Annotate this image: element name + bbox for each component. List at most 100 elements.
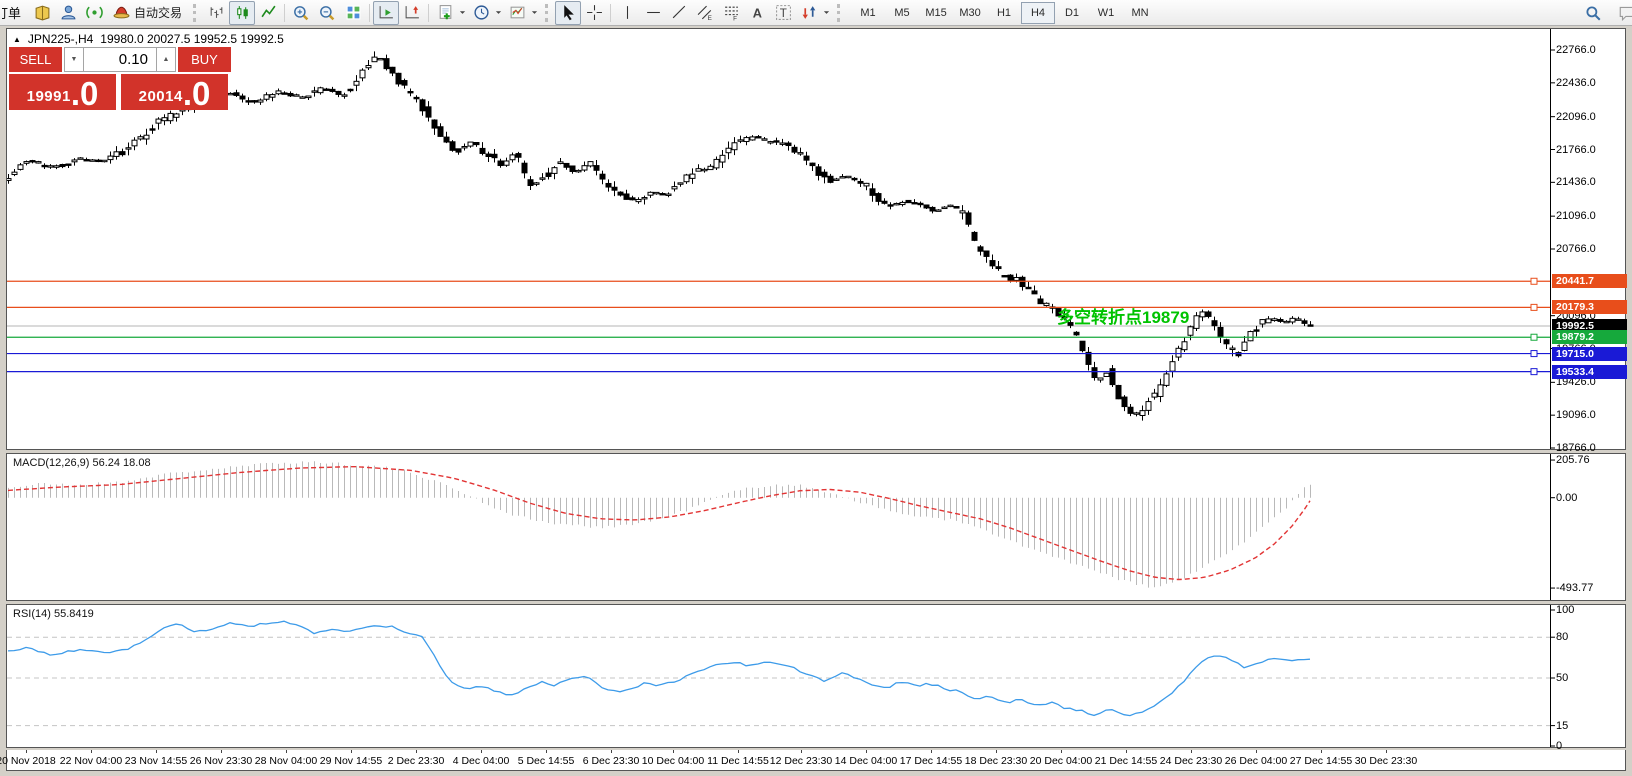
- autotrading-button[interactable]: 自动交易: [107, 2, 188, 24]
- macd-pane[interactable]: 205.76 0.00 -493.77 MACD(12,26,9) 56.24 18…: [6, 453, 1626, 601]
- volume-input[interactable]: 0.10: [84, 47, 156, 72]
- arrows-icon[interactable]: [796, 1, 822, 25]
- time-tick: [91, 750, 92, 753]
- indicators-icon[interactable]: [432, 1, 458, 25]
- bar-chart-icon[interactable]: [203, 1, 229, 25]
- timeframe-w1[interactable]: W1: [1089, 2, 1123, 24]
- rsi-pane[interactable]: 100 80 50 15 0 RSI(14) 55.8419: [6, 604, 1626, 752]
- horizontal-line-icon[interactable]: [640, 1, 666, 25]
- time-tick-label: 26 Dec 04:00: [1224, 755, 1288, 767]
- toolbar-grip: [193, 3, 198, 22]
- toolbar-right: [1580, 1, 1632, 25]
- tile-windows-icon[interactable]: [340, 1, 366, 25]
- periods-dropdown[interactable]: [468, 1, 502, 25]
- toolbar-separator: [428, 3, 430, 22]
- toolbar-grip: [837, 3, 842, 22]
- collapse-icon[interactable]: ▲: [13, 35, 21, 44]
- equidistant-channel-icon[interactable]: E: [692, 1, 718, 25]
- chart-shift-icon[interactable]: [399, 1, 425, 25]
- sell-price-frac: .0: [70, 75, 99, 112]
- timeframe-m1[interactable]: M1: [851, 2, 885, 24]
- time-tick: [1256, 750, 1257, 753]
- sell-button[interactable]: SELL: [9, 47, 62, 72]
- time-axis[interactable]: 20 Nov 2018 22 Nov 04:00 23 Nov 14:55 26 No…: [0, 750, 1626, 771]
- market-watch-icon[interactable]: [29, 1, 55, 25]
- time-tick-label: 20 Dec 04:00: [1029, 755, 1093, 767]
- candlestick-chart-icon[interactable]: [229, 0, 256, 25]
- dropdown-caret-icon: [494, 10, 502, 15]
- dropdown-caret-icon: [822, 10, 830, 15]
- macd-label: MACD(12,26,9) 56.24 18.08: [13, 457, 151, 469]
- text-label-icon[interactable]: T: [770, 1, 796, 25]
- timeframe-m5[interactable]: M5: [885, 2, 919, 24]
- time-tick-label: 11 Dec 14:55: [707, 755, 769, 767]
- new-order-button[interactable]: 订单: [2, 3, 29, 22]
- timeframe-h1[interactable]: H1: [987, 2, 1021, 24]
- trendline-icon[interactable]: [666, 1, 692, 25]
- chart-annotation-text[interactable]: 多空转折点19879: [1057, 303, 1189, 328]
- arrows-dropdown[interactable]: [796, 1, 830, 25]
- time-tick-label: 22 Nov 04:00: [59, 755, 123, 767]
- time-tick: [1386, 750, 1387, 753]
- time-tick-label: 29 Nov 14:55: [319, 755, 383, 767]
- toolbar-separator: [610, 3, 612, 22]
- time-tick: [801, 750, 802, 753]
- time-tick-label: 24 Dec 23:30: [1159, 755, 1223, 767]
- timeframe-m15[interactable]: M15: [919, 2, 953, 24]
- line-chart-icon[interactable]: [255, 1, 281, 25]
- zoom-in-icon[interactable]: [288, 1, 314, 25]
- indicators-dropdown[interactable]: [432, 1, 466, 25]
- svg-text:A: A: [752, 5, 761, 20]
- buy-price-main: 20014: [138, 88, 183, 105]
- time-tick: [996, 750, 997, 753]
- timeframe-d1[interactable]: D1: [1055, 2, 1089, 24]
- periods-clock-icon[interactable]: [468, 1, 494, 25]
- time-tick: [611, 750, 612, 753]
- time-tick-label: 28 Nov 04:00: [254, 755, 318, 767]
- svg-text:T: T: [779, 7, 786, 20]
- fibonacci-icon[interactable]: F: [718, 1, 744, 25]
- buy-price-display[interactable]: 20014 .0: [121, 74, 228, 110]
- signals-icon[interactable]: [81, 1, 107, 25]
- templates-icon[interactable]: [504, 1, 530, 25]
- candlestick-plot: [5, 29, 1555, 449]
- templates-dropdown[interactable]: [504, 1, 538, 25]
- buy-price-frac: .0: [182, 75, 211, 112]
- sell-price-display[interactable]: 19991 .0: [9, 74, 116, 110]
- crosshair-icon[interactable]: [581, 1, 607, 25]
- time-tick-label: 26 Nov 23:30: [189, 755, 253, 767]
- zoom-out-icon[interactable]: [314, 1, 340, 25]
- main-chart-pane[interactable]: 22766.0 22436.0 22096.0 21766.0 21436.0 21096…: [5, 28, 1627, 454]
- dropdown-caret-icon: [458, 10, 466, 15]
- hline-handle[interactable]: [1530, 368, 1538, 376]
- search-icon[interactable]: [1580, 1, 1606, 25]
- time-tick-label: 20 Nov 2018: [0, 755, 56, 767]
- time-tick: [546, 750, 547, 753]
- cursor-icon[interactable]: [555, 0, 582, 25]
- hline-handle[interactable]: [1530, 350, 1538, 358]
- volume-up-button[interactable]: ▲: [156, 47, 176, 72]
- volume-down-button[interactable]: ▼: [64, 47, 84, 72]
- time-tick: [416, 750, 417, 753]
- data-window-icon[interactable]: [55, 1, 81, 25]
- hline-handle[interactable]: [1530, 333, 1538, 341]
- text-icon[interactable]: A: [744, 1, 770, 25]
- rsi-plot: [7, 605, 1555, 747]
- time-tick: [1061, 750, 1062, 753]
- timeframe-h4[interactable]: H4: [1021, 1, 1056, 24]
- hline-handle[interactable]: [1530, 277, 1538, 285]
- buy-button[interactable]: BUY: [178, 47, 231, 72]
- time-tick-label: 23 Nov 14:55: [124, 755, 188, 767]
- timeframe-m30[interactable]: M30: [953, 2, 987, 24]
- timeframe-mn[interactable]: MN: [1123, 2, 1157, 24]
- vertical-line-icon[interactable]: [614, 1, 640, 25]
- time-tick-label: 5 Dec 14:55: [517, 755, 575, 767]
- time-tick-label: 10 Dec 04:00: [641, 755, 705, 767]
- chat-icon[interactable]: [1614, 1, 1632, 25]
- time-tick: [156, 750, 157, 753]
- hline-handle[interactable]: [1530, 303, 1538, 311]
- ohlc-values: 19980.0 20027.5 19952.5 19992.5: [100, 32, 284, 46]
- time-tick: [26, 750, 27, 753]
- time-tick: [1191, 750, 1192, 753]
- auto-scroll-icon[interactable]: [373, 0, 400, 25]
